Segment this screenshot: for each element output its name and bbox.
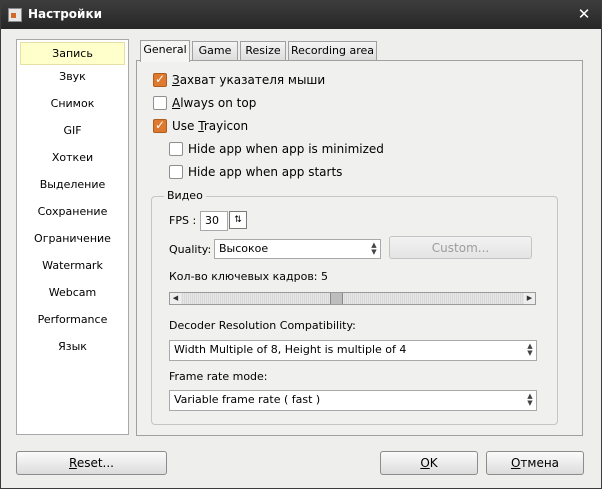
sidebar-item-selection[interactable]: Выделение [17,173,128,200]
fps-label: FPS : [169,214,197,227]
hide-minimized-option[interactable]: Hide app when app is minimized [169,142,384,156]
sidebar-item-label: Ограничение [34,232,111,245]
always-on-top-checkbox[interactable] [153,96,167,110]
sidebar-item-sound[interactable]: Звук [17,65,128,92]
select-arrows-icon: ▲ ▼ [371,241,377,256]
slider-right-arrow-icon[interactable]: ▶ [524,293,535,304]
hide-minimized-checkbox[interactable] [169,142,183,156]
sidebar-item-watermark[interactable]: Watermark [17,254,128,281]
keyframes-label: Кол-во ключевых кадров: 5 [169,270,329,283]
hide-starts-checkbox[interactable] [169,165,183,179]
custom-button[interactable]: Custom... [389,236,532,259]
window-title: Настройки [28,7,103,21]
sidebar-item-label: Снимок [50,97,95,110]
cancel-button[interactable]: Отмена [486,451,584,475]
sidebar-item-label: Сохранение [37,205,108,218]
sidebar-item-label: Выделение [39,178,106,191]
tab-recording-area[interactable]: Recording area [288,41,377,61]
capture-cursor-option[interactable]: Захват указателя мыши [153,72,326,87]
ok-button[interactable]: OK [380,451,478,475]
sidebar-item-webcam[interactable]: Webcam [17,281,128,308]
sidebar-item-snapshot[interactable]: Снимок [17,92,128,119]
sidebar-item-hotkeys[interactable]: Хоткеи [17,146,128,173]
sidebar-item-recording[interactable]: Запись [20,42,125,65]
app-icon [8,8,22,22]
always-on-top-label: Always on top [172,96,257,110]
sidebar-item-limits[interactable]: Ограничение [17,227,128,254]
use-trayicon-checkbox[interactable] [153,118,167,133]
slider-left-arrow-icon[interactable]: ◀ [170,293,181,304]
tab-general[interactable]: General [140,40,190,62]
capture-cursor-label: Захват указателя мыши [172,73,326,87]
sidebar-item-gif[interactable]: GIF [17,119,128,146]
sidebar-item-label: Звук [59,70,86,83]
use-trayicon-label: Use Trayicon [172,119,249,133]
sidebar-item-label: GIF [63,124,82,137]
video-group: Видео FPS : 30 ⇅ Quality: Высокое ▲ ▼ Cus… [151,189,558,425]
sidebar-item-language[interactable]: Язык [17,335,128,362]
general-tab-panel: Захват указателя мыши Always on top Use … [136,60,583,436]
decoder-label: Decoder Resolution Compatibility: [169,319,356,332]
tab-game[interactable]: Game [192,41,238,61]
select-arrows-icon: ▲ ▼ [527,342,533,357]
reset-button[interactable]: Reset... [16,451,167,475]
hide-starts-option[interactable]: Hide app when app starts [169,165,342,179]
sidebar-item-label: Запись [52,47,93,60]
title-bar[interactable]: Настройки ✕ [1,1,601,29]
capture-cursor-checkbox[interactable] [153,72,167,87]
quality-value: Высокое [219,242,269,255]
quality-label: Quality: [169,243,212,256]
keyframes-slider[interactable]: ◀ ▶ [169,292,536,305]
slider-thumb[interactable] [330,293,343,304]
sidebar-item-saving[interactable]: Сохранение [17,200,128,227]
sidebar-item-label: Хоткеи [51,151,94,164]
sidebar-item-performance[interactable]: Performance [17,308,128,335]
frame-rate-value: Variable frame rate ( fast ) [174,393,321,406]
hide-starts-label: Hide app when app starts [188,165,343,179]
tab-resize[interactable]: Resize [240,41,286,61]
video-group-title: Видео [164,189,206,202]
frame-rate-label: Frame rate mode: [169,370,268,383]
quality-select[interactable]: Высокое ▲ ▼ [214,239,381,259]
settings-category-list: Запись Звук Снимок GIF Хоткеи Выделение … [16,39,129,435]
sidebar-item-label: Язык [58,340,87,353]
frame-rate-select[interactable]: Variable frame rate ( fast ) ▲ ▼ [169,390,537,411]
decoder-value: Width Multiple of 8, Height is multiple … [174,343,407,356]
always-on-top-option[interactable]: Always on top [153,96,256,110]
close-icon[interactable]: ✕ [575,4,593,24]
fps-input[interactable]: 30 [200,211,228,231]
sidebar-item-label: Webcam [48,286,97,299]
settings-window: Настройки ✕ Запись Звук Снимок GIF Хотке… [0,0,602,489]
sidebar-item-label: Performance [37,313,108,326]
use-trayicon-option[interactable]: Use Trayicon [153,118,249,133]
select-arrows-icon: ▲ ▼ [527,392,533,407]
decoder-select[interactable]: Width Multiple of 8, Height is multiple … [169,340,537,361]
hide-minimized-label: Hide app when app is minimized [188,142,384,156]
fps-spinner-icon[interactable]: ⇅ [229,211,247,229]
sidebar-item-label: Watermark [42,259,103,272]
